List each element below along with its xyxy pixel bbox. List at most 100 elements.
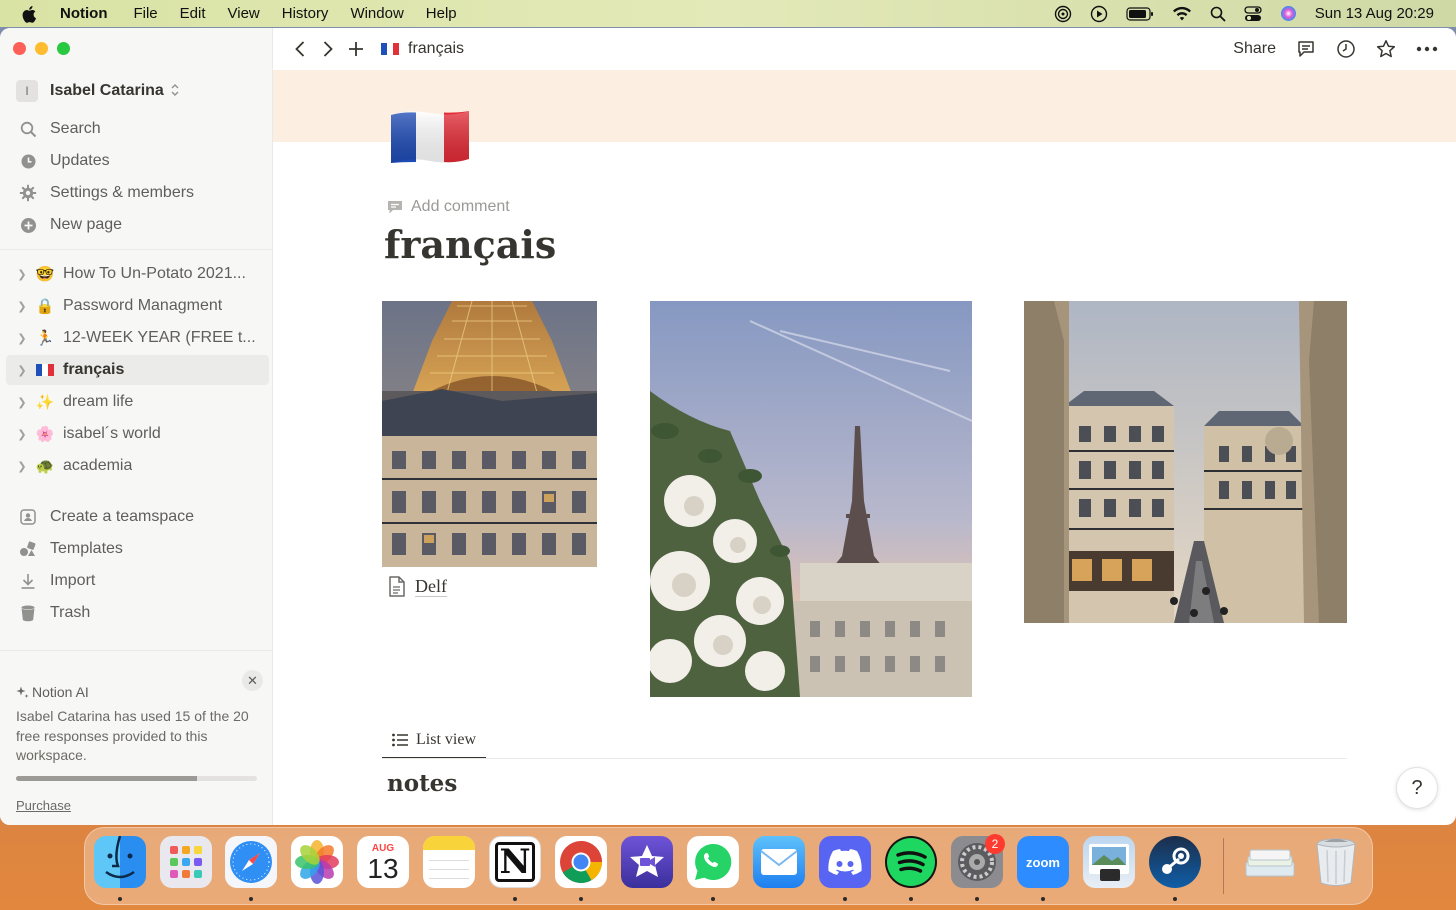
sparkle-icon (16, 686, 29, 699)
sidebar-page-how-to-un-potato[interactable]: ❯ 🤓 How To Un-Potato 2021... (6, 259, 269, 289)
menu-window[interactable]: Window (350, 5, 403, 22)
notes-app-icon[interactable] (423, 836, 475, 888)
notification-badge: 2 (985, 834, 1005, 854)
plus-circle-icon (18, 215, 38, 235)
menu-app-name[interactable]: Notion (60, 5, 107, 22)
zoom-window-button[interactable] (57, 42, 70, 55)
dock-running-indicator (118, 897, 122, 901)
finder-icon[interactable] (94, 836, 146, 888)
delf-page-link[interactable]: Delf (388, 576, 447, 597)
help-button[interactable]: ? (1396, 767, 1438, 809)
roses-eiffel-tower-image[interactable] (650, 301, 972, 697)
chrome-icon[interactable] (555, 836, 607, 888)
zoom-icon[interactable]: zoom (1017, 836, 1069, 888)
comment-icon[interactable] (1296, 39, 1316, 59)
sidebar-page-12-week-year[interactable]: ❯ 🏃 12-WEEK YEAR (FREE t... (6, 323, 269, 353)
downloads-stack-icon[interactable] (1244, 836, 1296, 888)
sidebar-updates[interactable]: Updates (18, 147, 110, 175)
battery-icon[interactable] (1126, 6, 1154, 21)
chevron-right-icon[interactable]: ❯ (14, 364, 30, 377)
add-comment-button[interactable]: Add comment (387, 198, 510, 216)
close-icon[interactable]: ✕ (242, 670, 263, 691)
menu-view[interactable]: View (228, 5, 260, 22)
menubar-clock[interactable]: Sun 13 Aug 20:29 (1315, 5, 1434, 22)
french-flag-page-icon[interactable] (389, 107, 471, 167)
menu-edit[interactable]: Edit (180, 5, 206, 22)
chevron-right-icon[interactable]: ❯ (14, 460, 30, 473)
chevron-right-icon[interactable]: ❯ (14, 268, 30, 281)
spotlight-search-icon[interactable] (1210, 6, 1226, 22)
sidebar-page-dream-life[interactable]: ❯ ✨ dream life (6, 387, 269, 417)
sidebar-create-teamspace[interactable]: Create a teamspace (18, 503, 194, 531)
photos-icon[interactable] (291, 836, 343, 888)
sidebar-page-academia[interactable]: ❯ 🐢 academia (6, 451, 269, 481)
dock-running-indicator (1041, 897, 1045, 901)
notion-ai-panel: ✕ Notion AI Isabel Catarina has used 15 … (0, 650, 272, 825)
siri-icon[interactable] (1280, 5, 1297, 22)
discord-icon[interactable] (819, 836, 871, 888)
breadcrumb[interactable]: français (381, 40, 464, 58)
plus-icon[interactable] (347, 40, 365, 58)
play-icon[interactable] (1090, 5, 1108, 23)
workspace-switcher[interactable]: I Isabel Catarina (16, 80, 180, 102)
paris-street-view-image[interactable] (1024, 301, 1347, 623)
sidebar-trash-label: Trash (50, 604, 91, 621)
notes-database-title[interactable]: notes (387, 770, 457, 797)
star-icon[interactable] (1376, 39, 1396, 59)
safari-icon[interactable] (225, 836, 277, 888)
calendar-icon[interactable]: AUG 13 (357, 836, 409, 888)
back-arrow-icon[interactable] (291, 40, 309, 58)
more-options-icon[interactable] (1416, 46, 1438, 52)
chevron-right-icon[interactable]: ❯ (14, 332, 30, 345)
spotify-icon[interactable] (885, 836, 937, 888)
sidebar-page-isabels-world[interactable]: ❯ 🌸 isabel´s world (6, 419, 269, 449)
notion-ai-title: Notion AI (16, 684, 89, 700)
sidebar-settings[interactable]: Settings & members (18, 179, 194, 207)
apple-menu-icon[interactable] (22, 4, 42, 24)
history-clock-icon[interactable] (1336, 39, 1356, 59)
sidebar-search[interactable]: Search (18, 115, 101, 143)
dock-running-indicator (249, 897, 253, 901)
lock-icon: 🔒 (35, 298, 55, 315)
search-icon (18, 119, 38, 139)
steam-icon[interactable] (1149, 836, 1201, 888)
airdrop-icon[interactable] (1054, 5, 1072, 23)
delf-page-link-label: Delf (415, 576, 447, 597)
control-center-icon[interactable] (1244, 5, 1262, 22)
cherry-blossom-icon: 🌸 (35, 426, 55, 443)
trash-can-icon[interactable] (1310, 836, 1362, 888)
zoom-label: zoom (1026, 854, 1060, 870)
sidebar-trash[interactable]: Trash (18, 599, 90, 627)
menu-help[interactable]: Help (426, 5, 457, 22)
close-window-button[interactable] (13, 42, 26, 55)
sidebar-import[interactable]: Import (18, 567, 95, 595)
list-view-tab[interactable]: List view (382, 723, 486, 759)
preview-icon[interactable] (1083, 836, 1135, 888)
share-button[interactable]: Share (1233, 40, 1276, 58)
system-settings-icon[interactable]: 2 (951, 834, 1005, 888)
dock-separator (1223, 838, 1224, 894)
eiffel-tower-buildings-image[interactable] (382, 301, 597, 567)
mail-icon[interactable] (753, 836, 805, 888)
sidebar-templates[interactable]: Templates (18, 535, 123, 563)
chevron-right-icon[interactable]: ❯ (14, 396, 30, 409)
chevron-up-down-icon (170, 83, 180, 100)
sidebar-page-francais[interactable]: ❯ français (6, 355, 269, 385)
chevron-right-icon[interactable]: ❯ (14, 428, 30, 441)
sidebar-page-label: academia (63, 457, 133, 474)
launchpad-icon[interactable] (160, 836, 212, 888)
sidebar-page-label: dream life (63, 393, 134, 410)
sidebar-page-password-managment[interactable]: ❯ 🔒 Password Managment (6, 291, 269, 321)
wifi-icon[interactable] (1172, 6, 1192, 22)
imovie-icon[interactable] (621, 836, 673, 888)
menu-file[interactable]: File (133, 5, 157, 22)
chevron-right-icon[interactable]: ❯ (14, 300, 30, 313)
sidebar-new-page[interactable]: New page (18, 211, 122, 239)
whatsapp-icon[interactable] (687, 836, 739, 888)
notion-app-icon[interactable]: N (489, 836, 541, 888)
purchase-link[interactable]: Purchase (16, 798, 71, 813)
minimize-window-button[interactable] (35, 42, 48, 55)
page-title[interactable]: français (384, 222, 556, 267)
menu-history[interactable]: History (282, 5, 329, 22)
forward-arrow-icon[interactable] (319, 40, 337, 58)
